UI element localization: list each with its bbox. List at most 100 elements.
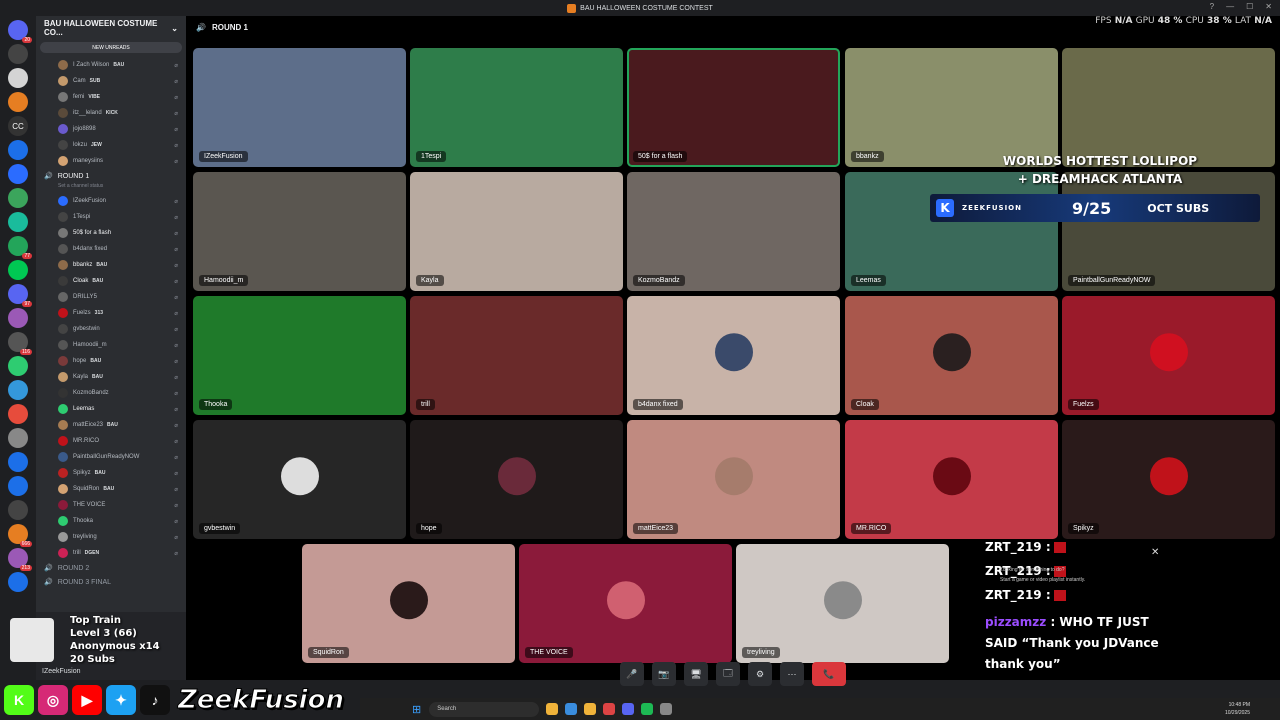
voice-member[interactable]: bbankz BAU ⌀ (36, 257, 186, 273)
camera-button[interactable]: 📷 (652, 662, 676, 686)
spotify-icon[interactable] (641, 703, 654, 715)
video-tile[interactable] (1062, 48, 1275, 167)
server-icon[interactable]: CC (8, 116, 28, 136)
taskbar-search[interactable]: Search (429, 701, 540, 717)
chrome-icon[interactable] (603, 703, 616, 715)
server-icon[interactable]: 97 (8, 284, 32, 307)
video-tile[interactable]: MR.RICO (845, 420, 1058, 539)
video-tile[interactable]: mattEice23 (627, 420, 840, 539)
voice-member[interactable]: 50$ for a flash ⌀ (36, 225, 186, 241)
settings-icon[interactable] (660, 703, 673, 715)
new-unreads-pill[interactable]: NEW UNREADS (40, 42, 182, 53)
chevron-down-icon[interactable]: ⌄ (171, 24, 178, 33)
folder-icon[interactable] (584, 703, 597, 715)
minimize-icon[interactable]: — (1226, 2, 1234, 11)
voice-member[interactable]: femi VIBE ⌀ (36, 89, 186, 105)
edge-icon[interactable] (565, 703, 578, 715)
voice-member[interactable]: Cloak BAU ⌀ (36, 273, 186, 289)
server-icon[interactable] (8, 44, 28, 64)
video-tile[interactable]: gvbestwin (193, 420, 406, 539)
voice-member[interactable]: maneysiins ⌀ (36, 153, 186, 169)
video-tile[interactable]: Thooka (193, 296, 406, 415)
server-icon[interactable] (8, 260, 28, 280)
windows-start-icon[interactable]: ⊞ (412, 703, 421, 716)
video-tile[interactable]: treyliving (736, 544, 949, 663)
server-icon[interactable] (8, 380, 28, 400)
server-icon[interactable]: 77 (8, 236, 32, 259)
video-tile[interactable]: b4danx fixed (627, 296, 840, 415)
voice-member[interactable]: MR.RICO ⌀ (36, 433, 186, 449)
activities-button[interactable]: 🗔 (716, 662, 740, 686)
voice-member[interactable]: Cam SUB ⌀ (36, 73, 186, 89)
video-tile[interactable]: KozmoBandz (627, 172, 840, 291)
video-tile[interactable]: Leemas (845, 172, 1058, 291)
video-tile[interactable]: hope (410, 420, 623, 539)
server-icon[interactable] (8, 164, 28, 184)
mute-button[interactable]: 🎤 (620, 662, 644, 686)
server-icon[interactable] (8, 356, 28, 376)
server-icon[interactable] (8, 68, 28, 88)
voice-member[interactable]: jojo8898 ⌀ (36, 121, 186, 137)
voice-member[interactable]: Kayla BAU ⌀ (36, 369, 186, 385)
current-user[interactable]: IZeekFusion (36, 668, 186, 680)
voice-member[interactable]: lokzu JEW ⌀ (36, 137, 186, 153)
file-explorer-icon[interactable] (546, 703, 559, 715)
maximize-icon[interactable]: ☐ (1246, 2, 1253, 11)
voice-member[interactable]: IZeekFusion ⌀ (36, 193, 186, 209)
server-icon[interactable] (8, 428, 28, 448)
server-icon[interactable] (8, 404, 28, 424)
voice-member[interactable]: treyliving ⌀ (36, 529, 186, 545)
channel-status[interactable]: Set a channel status (36, 183, 186, 193)
video-tile[interactable]: Kayla (410, 172, 623, 291)
voice-member[interactable]: itz__leland KICK ⌀ (36, 105, 186, 121)
voice-member[interactable]: Spikyz BAU ⌀ (36, 465, 186, 481)
close-icon[interactable]: ✕ (1265, 2, 1272, 11)
video-tile[interactable]: IZeekFusion (193, 48, 406, 167)
video-tile[interactable]: SquidRon (302, 544, 515, 663)
server-icon[interactable] (8, 452, 28, 472)
server-icon[interactable] (8, 308, 28, 328)
server-icon[interactable]: 20 (8, 20, 32, 43)
video-tile[interactable]: THE VOICE (519, 544, 732, 663)
video-tile[interactable]: 50$ for a flash (627, 48, 840, 167)
voice-member[interactable]: Hamoodii_m ⌀ (36, 337, 186, 353)
voice-member[interactable]: SquidRon BAU ⌀ (36, 481, 186, 497)
server-icon[interactable] (8, 212, 28, 232)
server-icon[interactable]: 213 (8, 548, 32, 571)
close-icon[interactable]: ✕ (1151, 547, 1159, 558)
voice-member[interactable]: b4danx fixed ⌀ (36, 241, 186, 257)
video-tile[interactable]: PaintballGunReadyNOW (1062, 172, 1275, 291)
voice-member[interactable]: 1Tespi ⌀ (36, 209, 186, 225)
voice-member[interactable]: gvbestwin ⌀ (36, 321, 186, 337)
voice-channel-round-2[interactable]: 🔊 ROUND 2 (36, 561, 186, 575)
voice-member[interactable]: Leemas ⌀ (36, 401, 186, 417)
guild-header[interactable]: BAU HALLOWEEN COSTUME CO... ⌄ (36, 16, 186, 40)
voice-channel-round-1[interactable]: 🔊 ROUND 1 (36, 169, 186, 183)
voice-channel-round-3[interactable]: 🔊 ROUND 3 FINAL (36, 575, 186, 589)
more-button[interactable]: ⋯ (780, 662, 804, 686)
voice-member[interactable]: I Zach Wilson BAU ⌀ (36, 57, 186, 73)
disconnect-button[interactable]: 📞 (812, 662, 846, 686)
video-tile[interactable]: bbankz (845, 48, 1058, 167)
soundboard-button[interactable]: ⚙ (748, 662, 772, 686)
server-icon[interactable] (8, 188, 28, 208)
server-icon[interactable] (8, 92, 28, 112)
voice-member[interactable]: Thooka ⌀ (36, 513, 186, 529)
voice-member[interactable]: trill DGEN ⌀ (36, 545, 186, 561)
server-icon[interactable] (8, 500, 28, 520)
screen-share-button[interactable]: 🖥 (684, 662, 708, 686)
video-tile[interactable]: Hamoodii_m (193, 172, 406, 291)
help-icon[interactable]: ? (1210, 2, 1214, 11)
voice-member[interactable]: PaintballGunReadyNOW ⌀ (36, 449, 186, 465)
voice-member[interactable]: KozmoBandz ⌀ (36, 385, 186, 401)
voice-member[interactable]: Fuelzs 313 ⌀ (36, 305, 186, 321)
video-tile[interactable]: trill (410, 296, 623, 415)
voice-member[interactable]: DRILLY5 ⌀ (36, 289, 186, 305)
server-icon[interactable] (8, 572, 28, 592)
video-tile[interactable]: Spikyz (1062, 420, 1275, 539)
server-icon[interactable]: 666 (8, 524, 32, 547)
server-icon[interactable] (8, 140, 28, 160)
server-icon[interactable] (8, 476, 28, 496)
video-tile[interactable]: Cloak (845, 296, 1058, 415)
video-tile[interactable]: Fuelzs (1062, 296, 1275, 415)
